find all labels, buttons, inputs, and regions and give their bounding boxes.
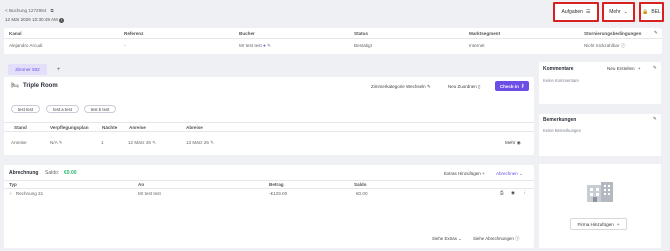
kanal-value: Alejandro Arcudi (9, 43, 43, 48)
col-betrag: Betrag (269, 182, 284, 187)
chevron-right-icon[interactable]: › (10, 191, 12, 196)
plus-icon: + (616, 221, 620, 227)
booking-date: 12 Mär 2026 10:30:49 AM i (5, 17, 65, 23)
col-anreise: Anreise (129, 125, 146, 130)
guest-pill-2[interactable]: test a test (46, 105, 79, 113)
invoice-row[interactable]: › Rechnung 31 (10, 191, 43, 196)
pencil-icon[interactable]: ✎ (653, 116, 657, 122)
room-card: 🛏 Triple Room Zimmerkategorie Wechseln ✎… (4, 77, 534, 155)
storno-value: Nicht rückzahlbar ⓘ (584, 43, 626, 48)
room-title: Triple Room (23, 83, 58, 89)
billing-button[interactable]: Abrechnen ⌄ (496, 171, 523, 177)
add-company-button[interactable]: Firma Hinzufügen + (570, 218, 627, 230)
marktsegment-value: Internet (469, 43, 485, 48)
booking-info-table: Kanal Referenz Bucher Status Marktsegmen… (4, 28, 662, 54)
print-icon[interactable]: ⎙ (500, 190, 504, 196)
add-extras-button[interactable]: Extras Hinzufügen + (444, 171, 485, 176)
change-category-button[interactable]: Zimmerkategorie Wechseln ✎ (371, 84, 431, 90)
company-card: Firma Hinzufügen + (539, 164, 661, 248)
col-naechte: Nächte (102, 125, 118, 130)
show-extras-button[interactable]: Siehe Extras ⌄ (432, 236, 462, 242)
mehr-stay-button[interactable]: Mehr ◉ (505, 140, 521, 146)
add-room-tab-button[interactable]: + (53, 64, 64, 75)
lock-icon: 🔒 (642, 8, 649, 15)
saldo-label: Saldo: (45, 170, 60, 176)
checkin-button[interactable]: Check-in ⚷ (495, 81, 529, 91)
col-status: Status (354, 31, 369, 36)
info-icon: i (59, 18, 65, 23)
col-stand: Stand (14, 125, 27, 130)
pencil-icon[interactable]: ✎ (653, 65, 657, 71)
show-billings-button[interactable]: Siehe Abrechnungen ⓘ (473, 236, 519, 242)
pencil-icon: ✎ (426, 84, 431, 89)
aufgaben-button[interactable]: Aufgaben ☰ (553, 2, 599, 22)
new-comment-button[interactable]: Neu Erstellen + (607, 66, 641, 71)
col-storno: Stornierungsbedingungen (584, 31, 642, 36)
remarks-card: Bemerkungen ✎ Keine Bemerkungen (539, 114, 661, 156)
bed-icon: 🛏 (11, 83, 19, 89)
col-referenz: Referenz (124, 31, 144, 36)
chevron-down-icon: ⌄ (458, 236, 462, 241)
building-icon (587, 182, 613, 202)
info-icon: ⓘ (515, 236, 520, 241)
no-remarks-text: Keine Bemerkungen (543, 128, 581, 133)
chevron-down-icon: ⌄ (623, 8, 628, 15)
copy-icon[interactable]: ⧉ (51, 8, 54, 13)
comments-card: Kommentare Neu Erstellen + ✎ Keine Komme… (539, 62, 661, 104)
remarks-title: Bemerkungen (543, 117, 577, 123)
comments-title: Kommentare (543, 66, 574, 72)
invoice-to: Mr test test (138, 191, 161, 196)
status-value: Bestätigt (354, 43, 372, 48)
pencil-icon[interactable]: ✎ (267, 43, 271, 48)
col-kanal: Kanal (9, 31, 22, 36)
abreise-value: 13 März 26 ✎ (186, 140, 215, 145)
guest-pill-1[interactable]: test test (11, 105, 40, 113)
door-icon: ▯ (478, 84, 481, 89)
no-comments-text: Keine Kommentare (543, 78, 579, 83)
stand-value: Anreise (11, 140, 27, 145)
col-bucher: Bucher (239, 31, 255, 36)
new-assign-button[interactable]: Neu Zuordnen ▯ (448, 84, 481, 90)
user-icon[interactable]: ● (263, 43, 266, 48)
eye-icon[interactable]: ◉ (511, 190, 515, 196)
billing-title: Abrechnung (9, 170, 39, 176)
plus-icon: + (482, 171, 485, 176)
chevron-down-icon: ⌄ (519, 171, 523, 176)
mehr-button[interactable]: Mehr ⌄ (602, 2, 635, 22)
col-saldo: Saldo (354, 182, 367, 187)
col-abreise: Abreise (186, 125, 203, 130)
naechte-value: 1 (101, 140, 104, 145)
edit-icon[interactable]: ✎ (654, 30, 658, 36)
tab-zimmer-502[interactable]: Zimmer 502 (8, 64, 47, 75)
col-an: An (138, 182, 145, 187)
verpflegung-value: N/A ✎ (50, 140, 63, 145)
key-icon: ⚷ (520, 83, 525, 88)
invoice-saldo: €0.00 (356, 191, 368, 196)
info-icon: ⓘ (620, 43, 626, 48)
back-link[interactable]: < Buchung 1272984 ⧉ (5, 8, 54, 13)
guest-pill-3[interactable]: test b test (84, 105, 116, 113)
anreise-value: 12 März 26 ✎ (128, 140, 157, 145)
bel-button[interactable]: 🔒 BEL (639, 2, 664, 22)
task-list-icon: ☰ (585, 8, 591, 15)
more-vertical-icon[interactable]: ⋮ (522, 190, 527, 196)
saldo-value: €0.00 (64, 170, 77, 176)
bucher-value: Mr test test ● ✎ (239, 43, 271, 48)
pencil-icon[interactable]: ✎ (59, 140, 63, 145)
pencil-icon[interactable]: ✎ (210, 140, 214, 145)
col-typ: Typ (9, 182, 17, 187)
col-verpflegung: Verpflegungsplan (50, 125, 89, 130)
invoice-amount: -€129.00 (269, 191, 288, 196)
eye-icon: ◉ (516, 140, 521, 145)
referenz-value: - (124, 43, 126, 48)
billing-card: Abrechnung Saldo: €0.00 Extras Hinzufüge… (4, 165, 534, 248)
col-marktsegment: Marktsegment (469, 31, 501, 36)
pencil-icon[interactable]: ✎ (152, 140, 156, 145)
plus-icon: + (637, 66, 641, 71)
